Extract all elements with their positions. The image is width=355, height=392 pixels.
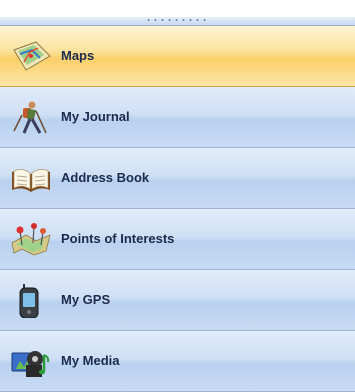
nav-item-my-media[interactable]: My Media (0, 331, 355, 392)
nav-item-my-gps[interactable]: My GPS (0, 270, 355, 331)
splitter-grip[interactable] (0, 17, 355, 26)
hiker-icon (10, 101, 52, 135)
nav-item-label: My GPS (61, 292, 111, 307)
open-book-icon (10, 162, 52, 196)
nav-item-label: Points of Interests (61, 231, 175, 246)
nav-item-label: My Journal (61, 109, 130, 124)
panel-header (0, 0, 355, 18)
nav-item-my-journal[interactable]: My Journal (0, 87, 355, 148)
nav-item-label: Address Book (61, 170, 150, 185)
nav-item-address-book[interactable]: Address Book (0, 148, 355, 209)
media-icon (10, 345, 52, 379)
gps-device-icon (10, 284, 52, 318)
grip-dots (145, 18, 207, 22)
nav-item-maps[interactable]: Maps (0, 26, 355, 87)
nav-item-label: Maps (61, 48, 95, 63)
navigation-pane: Maps My Journal Address Book Points of I… (0, 26, 355, 392)
nav-item-label: My Media (61, 353, 120, 368)
nav-item-points-of-interests[interactable]: Points of Interests (0, 209, 355, 270)
map-icon (10, 40, 52, 74)
map-pins-icon (10, 223, 52, 257)
